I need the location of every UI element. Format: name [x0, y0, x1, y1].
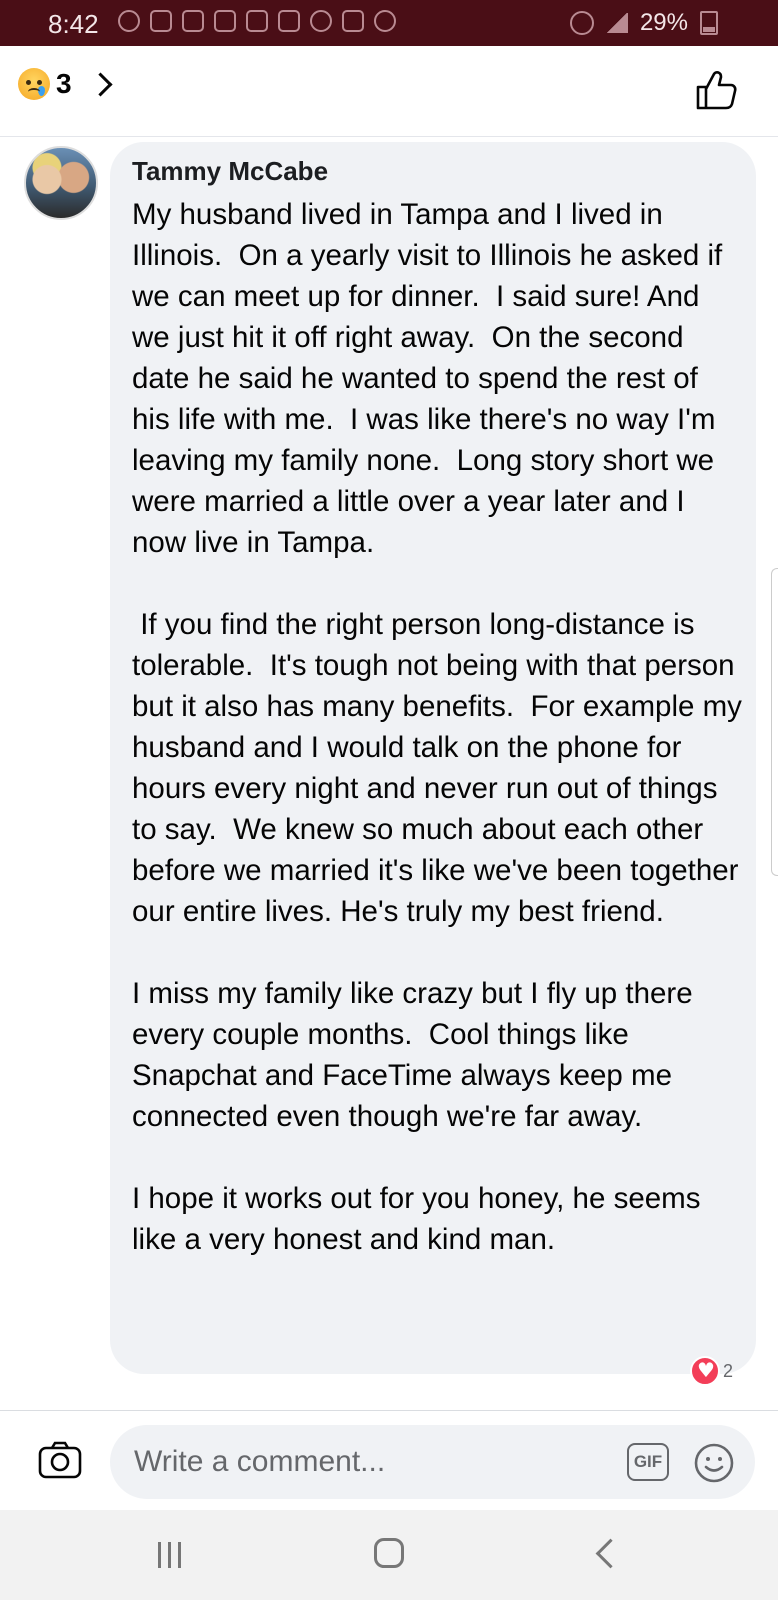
emoji-icon[interactable]: [693, 1442, 735, 1484]
battery-level: 29%: [639, 9, 688, 36]
sad-reaction-icon: [18, 68, 50, 100]
comment-bubble: Tammy McCabe My husband lived in Tampa a…: [110, 142, 756, 1374]
sheet-header: 3: [0, 46, 778, 137]
warning-icon: [214, 10, 236, 32]
like-thumb-icon[interactable]: [694, 68, 738, 112]
comment-author[interactable]: Tammy McCabe: [132, 156, 328, 187]
reaction-summary[interactable]: 3: [18, 68, 113, 100]
record-icon: [374, 10, 396, 32]
avatar[interactable]: [24, 146, 98, 220]
chevron-right-icon: [88, 71, 113, 97]
reaction-badge-count: 2: [723, 1360, 734, 1381]
app-icon: [278, 10, 300, 32]
reaction-count: 3: [56, 68, 72, 99]
comments-sheet: 3 Tammy McCabe My husband lived in Tampa…: [0, 46, 778, 1510]
comment-text: My husband lived in Tampa and I lived in…: [132, 198, 742, 1256]
voicemail-icon: [150, 10, 172, 32]
comment-composer: Write a comment... GIF: [0, 1410, 778, 1511]
notification-icons: [118, 10, 396, 32]
instagram-icon: [342, 10, 364, 32]
camera-icon[interactable]: [38, 1441, 82, 1479]
system-nav-bar: [0, 1510, 778, 1600]
dots-icon: [310, 10, 332, 32]
status-bar: 8:42 29%: [0, 0, 778, 46]
gif-icon[interactable]: GIF: [627, 1443, 669, 1481]
recent-apps-icon[interactable]: [158, 1542, 188, 1568]
alarm-icon: [569, 11, 594, 35]
home-icon[interactable]: [374, 1538, 404, 1568]
back-icon[interactable]: [595, 1538, 626, 1569]
signal-icon: [605, 13, 628, 33]
comment-placeholder: Write a comment...: [134, 1445, 386, 1478]
instagram-icon: [246, 10, 268, 32]
status-right: 29%: [569, 9, 718, 37]
comment-input[interactable]: Write a comment... GIF: [110, 1425, 755, 1499]
status-time: 8:42: [48, 9, 99, 39]
scrollbar[interactable]: [771, 568, 778, 876]
comment-reaction-badge[interactable]: 2: [690, 1356, 733, 1386]
shopping-bag-icon: [182, 10, 204, 32]
heart-reaction-icon: [690, 1356, 720, 1386]
whatsapp-icon: [118, 10, 140, 32]
battery-icon: [700, 11, 718, 35]
